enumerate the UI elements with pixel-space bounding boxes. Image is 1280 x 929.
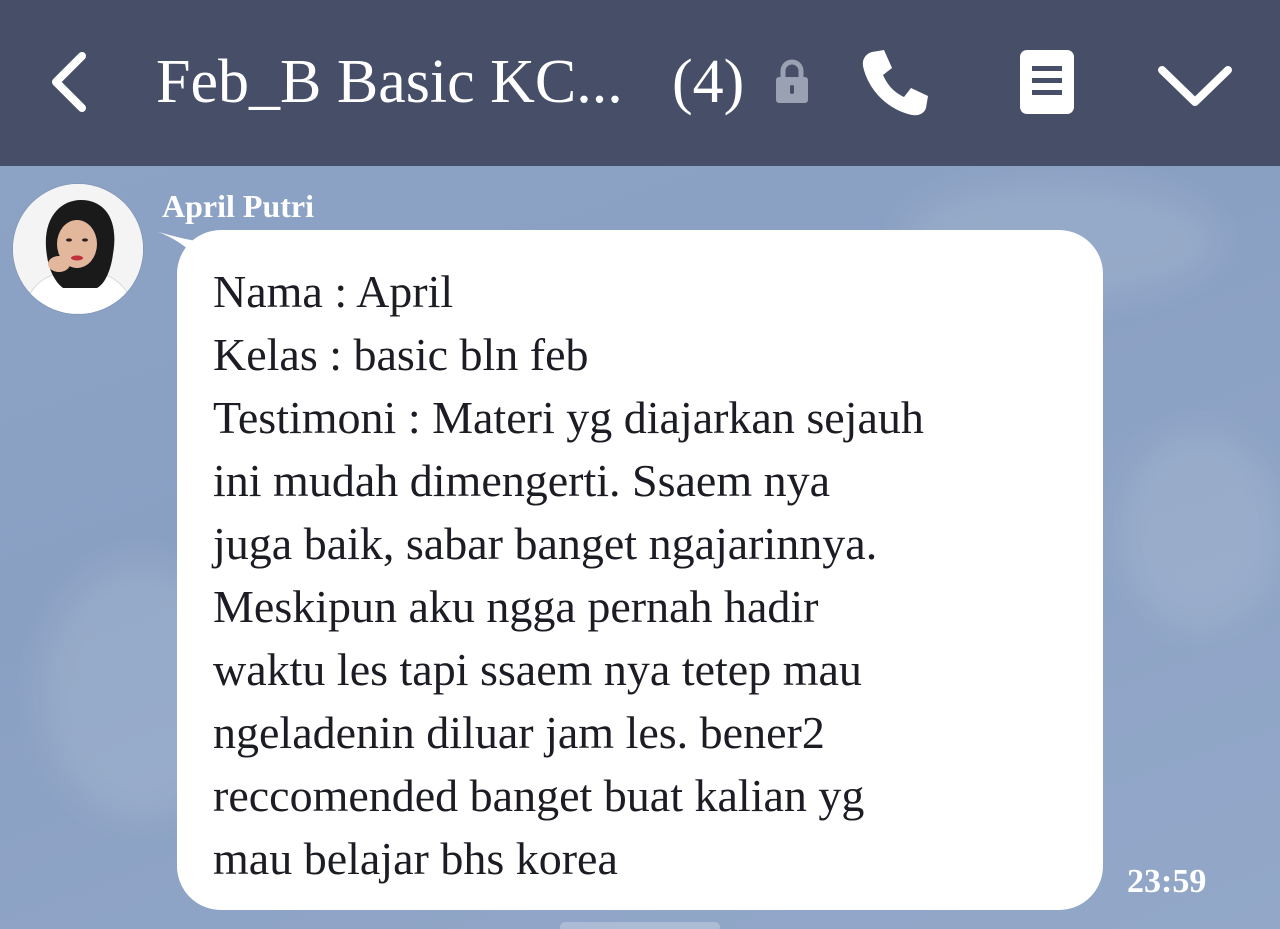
chevron-down-icon — [1158, 66, 1232, 106]
message-line: juga baik, sabar banget ngajarinnya. — [213, 518, 878, 569]
chevron-left-icon — [52, 52, 86, 112]
avatar[interactable] — [13, 184, 143, 314]
chat-header: Feb_B Basic KC... (4) — [0, 0, 1280, 166]
menu-expand-button[interactable] — [1150, 56, 1240, 116]
chat-title[interactable]: Feb_B Basic KC... — [156, 44, 623, 120]
message-line: Testimoni : Materi yg diajarkan sejauh — [213, 392, 924, 443]
message-line: ini mudah dimengerti. Ssaem nya — [213, 455, 831, 506]
call-button[interactable] — [858, 44, 934, 120]
chat-screen: Feb_B Basic KC... (4) April Putri Nama:… — [0, 0, 1280, 929]
lock-icon — [772, 56, 812, 106]
message-line: ngeladenin diluar jam les. bener2 — [213, 707, 825, 758]
message-timestamp: 23:59 — [1127, 863, 1207, 900]
user-avatar — [13, 184, 143, 314]
next-bubble-edge — [560, 922, 720, 929]
message-text[interactable]: Nama : April Kelas : basic bln feb Testi… — [213, 260, 1083, 890]
notes-icon — [1020, 50, 1074, 114]
message-line: reccomended banget buat kalian yg — [213, 770, 865, 821]
back-button[interactable] — [38, 46, 98, 118]
message-line: waktu les tapi ssaem nya tetep mau — [213, 644, 862, 695]
message-line: mau belajar bhs korea — [213, 833, 618, 884]
background-decoration — [1120, 430, 1280, 630]
member-count: (4) — [672, 48, 745, 116]
message-line: Nama : April — [213, 266, 454, 317]
message-line: Meskipun aku ngga pernah hadir — [213, 581, 819, 632]
notes-button[interactable] — [1014, 44, 1080, 120]
phone-icon — [862, 50, 928, 116]
message-line: Kelas : basic bln feb — [213, 329, 589, 380]
sender-name[interactable]: April Putri — [162, 186, 314, 226]
